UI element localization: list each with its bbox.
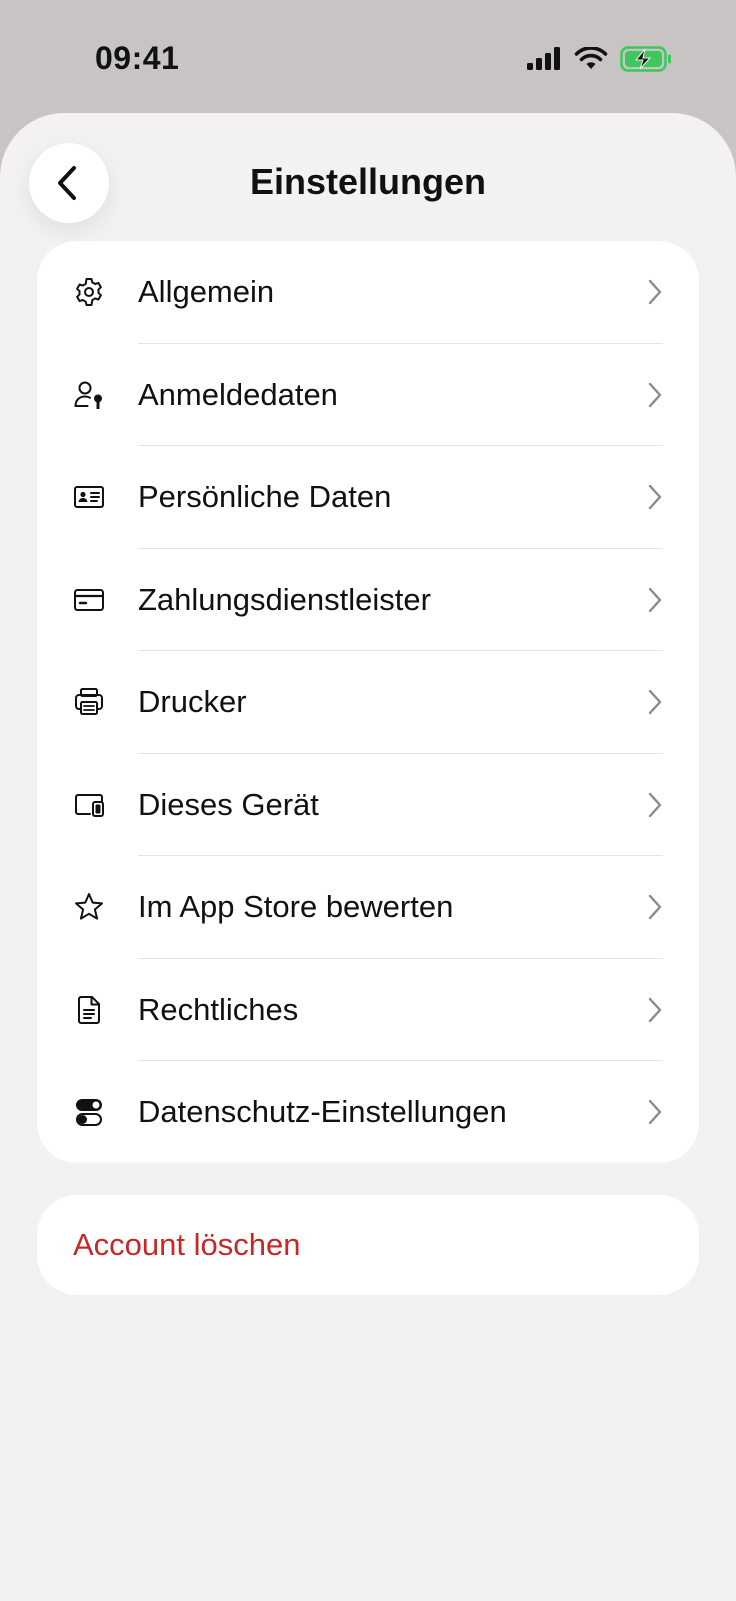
menu-item-rechtliches[interactable]: Rechtliches	[37, 959, 699, 1061]
menu-item-app-store-bewerten[interactable]: Im App Store bewerten	[37, 856, 699, 959]
chevron-right-icon	[648, 485, 662, 510]
cellular-signal-icon	[527, 47, 560, 70]
menu-item-label: Drucker	[138, 684, 247, 720]
menu-item-allgemein[interactable]: Allgemein	[37, 241, 699, 344]
chevron-right-icon	[648, 280, 662, 305]
menu-item-drucker[interactable]: Drucker	[37, 651, 699, 754]
menu-item-label: Im App Store bewerten	[138, 889, 454, 925]
delete-account-card: Account löschen	[37, 1195, 699, 1295]
page-title: Einstellungen	[249, 161, 487, 202]
menu-item-datenschutz-einstellungen[interactable]: Datenschutz-Einstellungen	[37, 1061, 699, 1164]
menu-item-label: Allgemein	[138, 274, 275, 310]
credit-card-icon	[73, 584, 105, 616]
menu-item-dieses-geraet[interactable]: Dieses Gerät	[37, 754, 699, 856]
document-icon	[73, 994, 105, 1026]
devices-icon	[73, 789, 105, 821]
chevron-right-icon	[648, 895, 662, 920]
status-icons	[526, 46, 672, 72]
status-bar: 09:41	[0, 0, 736, 112]
status-time: 09:41	[95, 40, 180, 76]
chevron-right-icon	[648, 997, 662, 1022]
chevron-right-icon	[648, 587, 662, 612]
toggles-icon	[73, 1096, 105, 1128]
id-card-icon	[73, 481, 105, 513]
menu-item-label: Datenschutz-Einstellungen	[138, 1094, 507, 1130]
delete-account-button[interactable]: Account löschen	[73, 1227, 300, 1263]
chevron-right-icon	[648, 1100, 662, 1125]
menu-item-zahlungsdienstleister[interactable]: Zahlungsdienstleister	[37, 549, 699, 651]
chevron-right-icon	[648, 792, 662, 817]
settings-sheet: Einstellungen Allgemein Anmeldedaten Per…	[0, 113, 736, 1601]
menu-item-label: Dieses Gerät	[138, 786, 319, 822]
chevron-right-icon	[648, 690, 662, 715]
menu-item-label: Zahlungsdienstleister	[138, 581, 431, 617]
menu-item-label: Persönliche Daten	[138, 479, 392, 515]
chevron-right-icon	[648, 382, 662, 407]
menu-item-label: Rechtliches	[138, 991, 299, 1027]
user-key-icon	[73, 379, 105, 411]
screen: 09:41 Einstellungen Allgemein Anmeldedat…	[0, 0, 736, 1601]
menu-item-label: Anmeldedaten	[138, 376, 338, 412]
menu-item-anmeldedaten[interactable]: Anmeldedaten	[37, 344, 699, 446]
gear-icon	[73, 276, 105, 308]
star-icon	[73, 891, 105, 923]
printer-icon	[73, 686, 105, 718]
wifi-icon	[574, 47, 608, 69]
battery-charging-icon	[620, 46, 671, 72]
settings-menu-card: Allgemein Anmeldedaten Persönliche Daten…	[37, 241, 699, 1163]
menu-item-persoenliche-daten[interactable]: Persönliche Daten	[37, 446, 699, 549]
